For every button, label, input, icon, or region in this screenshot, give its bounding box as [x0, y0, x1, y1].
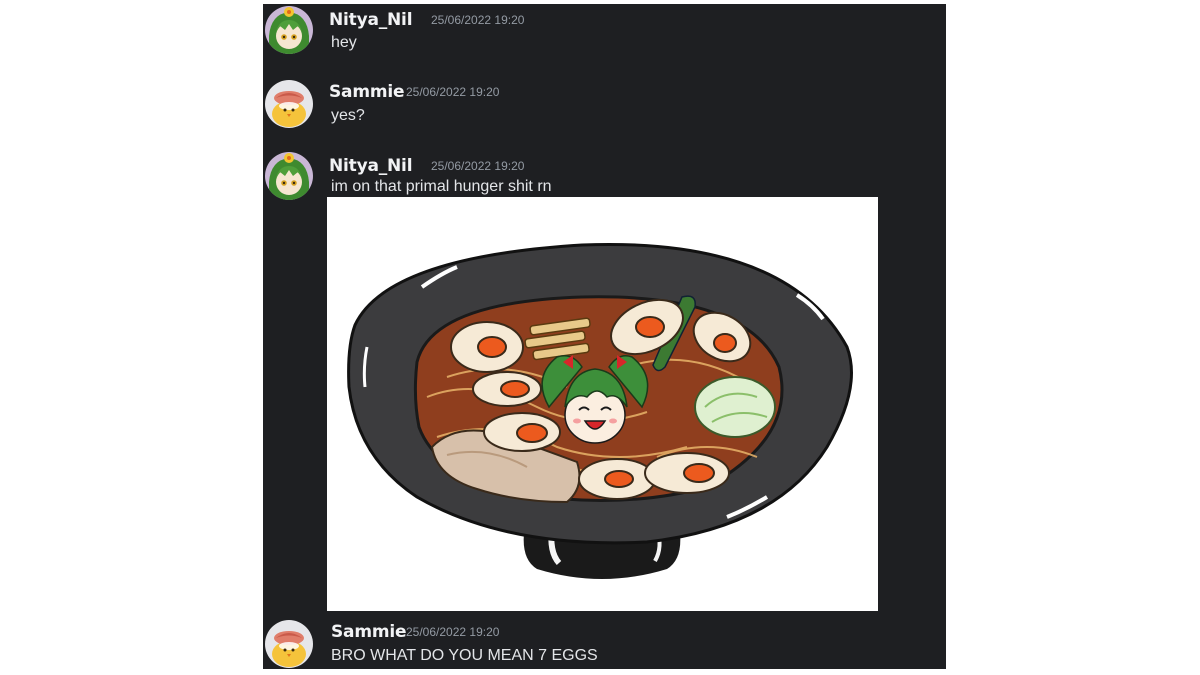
timestamp: 25/06/2022 19:20 — [431, 13, 525, 27]
chick-icon — [265, 620, 313, 668]
username[interactable]: Nitya_Nil — [329, 10, 413, 30]
chat-panel: Nitya_Nil 25/06/2022 19:20 hey Sammie 25… — [263, 4, 946, 669]
message-text: BRO WHAT DO YOU MEAN 7 EGGS — [331, 647, 598, 664]
timestamp: 25/06/2022 19:20 — [406, 85, 500, 99]
username[interactable]: Sammie — [331, 622, 407, 642]
timestamp: 25/06/2022 19:20 — [406, 625, 500, 639]
green-haired-girl-icon — [265, 6, 313, 54]
message-item: Sammie 25/06/2022 19:20 BRO WHAT DO YOU … — [263, 616, 946, 669]
username[interactable]: Sammie — [329, 82, 405, 102]
message-text: hey — [331, 34, 357, 51]
avatar-nitya-nil[interactable] — [265, 6, 313, 54]
avatar-sammie[interactable] — [265, 80, 313, 128]
message-item: Nitya_Nil 25/06/2022 19:20 im on that pr… — [263, 150, 946, 615]
username[interactable]: Nitya_Nil — [329, 156, 413, 176]
message-item: Nitya_Nil 25/06/2022 19:20 hey — [263, 4, 946, 64]
chick-icon — [265, 80, 313, 128]
avatar-nitya-nil[interactable] — [265, 152, 313, 200]
green-haired-girl-icon — [265, 152, 313, 200]
image-attachment[interactable] — [327, 197, 878, 611]
avatar-sammie[interactable] — [265, 620, 313, 668]
ramen-bowl-image — [347, 242, 853, 579]
message-text: yes? — [331, 107, 365, 124]
message-text: im on that primal hunger shit rn — [331, 178, 552, 195]
timestamp: 25/06/2022 19:20 — [431, 159, 525, 173]
message-item: Sammie 25/06/2022 19:20 yes? — [263, 76, 946, 136]
